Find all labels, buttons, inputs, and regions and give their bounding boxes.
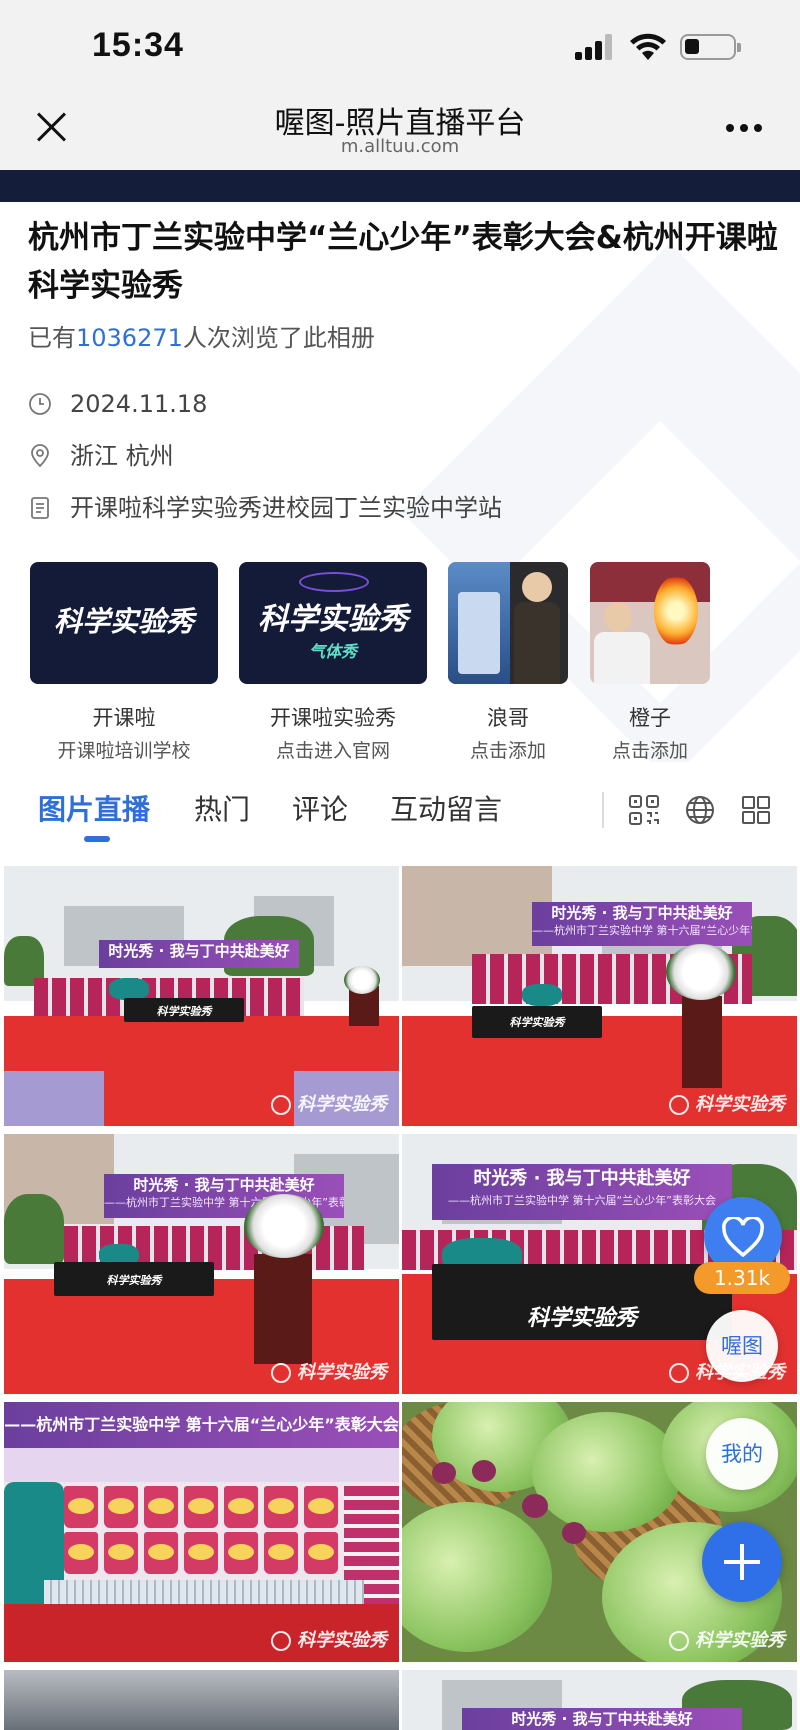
tab-bar: 图片直播 热门 评论 互动留言 xyxy=(0,770,800,850)
qr-code-icon[interactable] xyxy=(628,794,660,826)
watermark: 科学实验秀 xyxy=(271,1090,387,1116)
album-description: 开课啦科学实验秀进校园丁兰实验中学站 xyxy=(70,494,502,522)
heart-icon xyxy=(722,1217,764,1257)
photo-item[interactable]: 时光秀 · 我与丁中共赴美好 科学实验秀 科学实验秀 xyxy=(4,866,399,1126)
watermark: 科学实验秀 xyxy=(271,1626,387,1652)
status-time: 15:34 xyxy=(92,26,184,64)
photo-item[interactable]: 时光秀 · 我与丁中共赴美好 xyxy=(402,1670,797,1730)
active-tab-indicator xyxy=(84,836,110,842)
view-count: 已有1036271人次浏览了此相册 xyxy=(28,324,375,352)
signal-icon xyxy=(575,34,619,60)
album-location: 浙江 杭州 xyxy=(70,442,174,470)
page-url: m.alltuu.com xyxy=(340,136,460,157)
like-count-badge: 1.31k xyxy=(694,1262,790,1294)
document-icon xyxy=(31,497,49,519)
watermark: 科学实验秀 xyxy=(669,1090,785,1116)
tab-messages[interactable]: 互动留言 xyxy=(390,788,502,828)
album-title: 杭州市丁兰实验中学“兰心少年”表彰大会&杭州开课啦科学实验秀 xyxy=(28,220,778,304)
grid-layout-icon[interactable] xyxy=(740,794,772,826)
planet-icon xyxy=(299,572,369,592)
photo-item[interactable] xyxy=(4,1670,399,1730)
mine-button[interactable]: 我的 xyxy=(706,1418,778,1490)
science-show-logo: 科学实验秀 气体秀 xyxy=(239,562,427,684)
battery-icon xyxy=(680,34,741,60)
tab-hot[interactable]: 热门 xyxy=(194,788,250,828)
nav-bar: 喔图-照片直播平台 m.alltuu.com xyxy=(0,96,800,170)
home-button[interactable]: 喔图 xyxy=(706,1310,778,1382)
photo-item[interactable]: 时光秀 · 我与丁中共赴美好——杭州市丁兰实验中学 第十六届“兰心少年”表彰大会… xyxy=(4,1134,399,1394)
watermark: 科学实验秀 xyxy=(271,1358,387,1384)
header-band xyxy=(0,170,800,202)
globe-icon[interactable] xyxy=(684,794,716,826)
langge-photo xyxy=(448,562,568,684)
clock-icon xyxy=(29,393,51,415)
view-count-number: 1036271 xyxy=(76,324,183,352)
wifi-icon xyxy=(630,33,666,60)
add-button[interactable] xyxy=(702,1522,782,1602)
location-pin-icon xyxy=(31,444,49,468)
album-date: 2024.11.18 xyxy=(70,390,208,418)
photo-item[interactable]: 时光秀 · 我与丁中共赴美好——杭州市丁兰实验中学 第十六届“兰心少年”表彰大会… xyxy=(402,866,797,1126)
tab-comments[interactable]: 评论 xyxy=(292,788,348,828)
photo-item[interactable]: ——杭州市丁兰实验中学 第十六届“兰心少年”表彰大会 科学实验秀 xyxy=(4,1402,399,1662)
chengzi-photo xyxy=(590,562,710,684)
status-bar: 15:34 xyxy=(0,0,800,96)
photo-grid: 时光秀 · 我与丁中共赴美好 科学实验秀 科学实验秀 时光秀 · 我与丁中共赴美… xyxy=(0,866,800,1730)
more-icon[interactable] xyxy=(726,124,766,134)
watermark: 科学实验秀 xyxy=(669,1626,785,1652)
tab-photo-live[interactable]: 图片直播 xyxy=(38,788,150,828)
kaikela-logo: 科学实验秀 xyxy=(30,562,218,684)
